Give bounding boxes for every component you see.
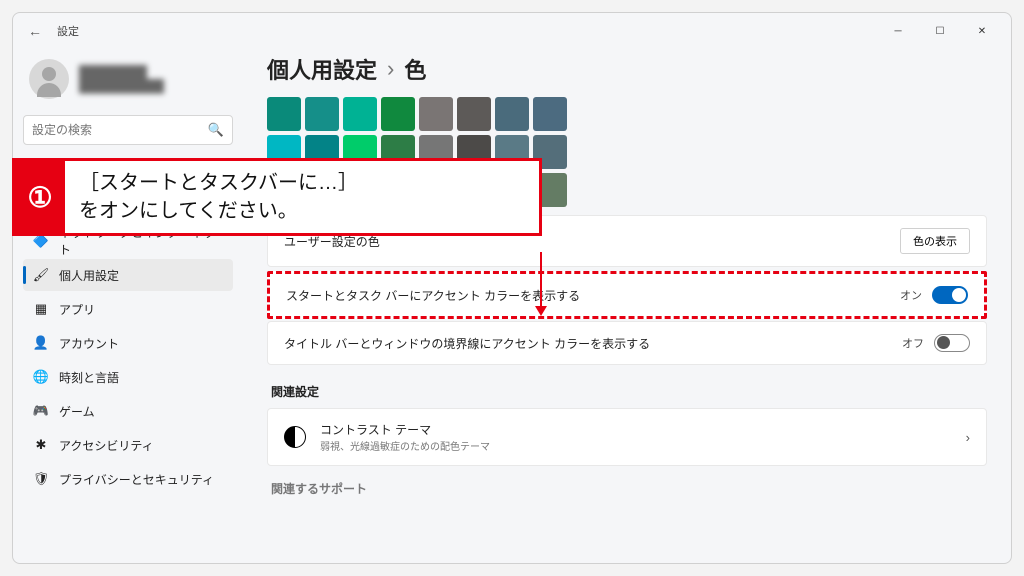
apps-icon: ▦ <box>33 301 49 317</box>
instruction-callout: ① ［スタートとタスクバーに…］ をオンにしてください。 <box>12 158 542 236</box>
color-swatch[interactable] <box>343 97 377 131</box>
search-box[interactable]: 🔍 <box>23 115 233 145</box>
sidebar-item-label: アカウント <box>59 335 119 352</box>
sidebar-item-label: アクセシビリティ <box>59 437 154 454</box>
chevron-right-icon: › <box>966 430 970 445</box>
accessibility-icon: ✱ <box>33 437 49 453</box>
sidebar-item-accounts[interactable]: 👤 アカウント <box>23 327 233 359</box>
callout-badge: ① <box>15 161 65 233</box>
sidebar-item-apps[interactable]: ▦ アプリ <box>23 293 233 325</box>
contrast-title: コントラスト テーマ <box>320 421 490 438</box>
show-colors-button[interactable]: 色の表示 <box>900 228 970 254</box>
sidebar-item-personalization[interactable]: 🖌 個人用設定 <box>23 259 233 291</box>
toggle-state-text: オン <box>900 287 922 303</box>
breadcrumb: 個人用設定 › 色 <box>267 49 987 97</box>
start-taskbar-accent-label: スタートとタスク バーにアクセント カラーを表示する <box>286 287 900 304</box>
contrast-desc: 弱視、光線過敏症のための配色テーマ <box>320 438 490 453</box>
user-profile[interactable]: ████████ ██████████ <box>23 53 233 113</box>
titlebar-accent-toggle[interactable] <box>934 334 970 352</box>
search-input[interactable] <box>32 123 208 137</box>
sidebar-item-label: 個人用設定 <box>59 267 119 284</box>
color-swatch[interactable] <box>495 97 529 131</box>
close-button[interactable]: ✕ <box>961 17 1003 45</box>
chevron-right-icon: › <box>387 56 394 82</box>
contrast-icon <box>284 426 306 448</box>
time-icon: 🌐 <box>33 369 49 385</box>
main-content: 個人用設定 › 色 ユーザー設定の色 色の表示 スタートとタスク バーにアクセン… <box>243 49 1011 563</box>
titlebar: ← 設定 ─ ☐ ✕ <box>13 13 1011 49</box>
contrast-text: コントラスト テーマ 弱視、光線過敏症のための配色テーマ <box>320 421 490 453</box>
start-taskbar-accent-card: スタートとタスク バーにアクセント カラーを表示する オン <box>267 271 987 319</box>
settings-window: ← 設定 ─ ☐ ✕ ████████ ██████████ 🔍 💻 システ <box>12 12 1012 564</box>
titlebar-accent-label: タイトル バーとウィンドウの境界線にアクセント カラーを表示する <box>284 335 902 352</box>
personalization-icon: 🖌 <box>33 267 49 283</box>
window-controls: ─ ☐ ✕ <box>877 17 1003 45</box>
color-swatch[interactable] <box>457 97 491 131</box>
privacy-icon: 🛡 <box>33 471 49 487</box>
color-swatch[interactable] <box>419 97 453 131</box>
sidebar-item-privacy[interactable]: 🛡 プライバシーとセキュリティ <box>23 463 233 495</box>
minimize-button[interactable]: ─ <box>877 17 919 45</box>
titlebar-accent-row: タイトル バーとウィンドウの境界線にアクセント カラーを表示する オフ <box>268 322 986 364</box>
color-swatch[interactable] <box>533 97 567 131</box>
sidebar-item-label: アプリ <box>59 301 95 318</box>
sidebar: ████████ ██████████ 🔍 💻 システム 🟦 Bluetooth… <box>13 49 243 563</box>
user-text: ████████ ██████████ <box>79 65 164 94</box>
breadcrumb-parent[interactable]: 個人用設定 <box>267 53 377 85</box>
related-support-heading: 関連するサポート <box>267 466 987 505</box>
sidebar-item-accessibility[interactable]: ✱ アクセシビリティ <box>23 429 233 461</box>
search-icon: 🔍 <box>208 122 224 138</box>
sidebar-item-gaming[interactable]: 🎮 ゲーム <box>23 395 233 427</box>
back-button[interactable]: ← <box>21 17 49 45</box>
titlebar-accent-card: タイトル バーとウィンドウの境界線にアクセント カラーを表示する オフ <box>267 321 987 365</box>
app-title: 設定 <box>57 23 79 39</box>
sidebar-item-time-language[interactable]: 🌐 時刻と言語 <box>23 361 233 393</box>
color-swatch[interactable] <box>381 97 415 131</box>
gaming-icon: 🎮 <box>33 403 49 419</box>
avatar <box>29 59 69 99</box>
start-taskbar-accent-row: スタートとタスク バーにアクセント カラーを表示する オン <box>270 274 984 316</box>
related-settings-heading: 関連設定 <box>267 369 987 408</box>
sidebar-item-label: 時刻と言語 <box>59 369 119 386</box>
color-swatch[interactable] <box>305 97 339 131</box>
toggle-state-text: オフ <box>902 335 924 351</box>
breadcrumb-current: 色 <box>404 53 426 85</box>
sidebar-item-label: プライバシーとセキュリティ <box>59 471 214 488</box>
callout-text: ［スタートとタスクバーに…］ をオンにしてください。 <box>65 161 372 233</box>
contrast-theme-card[interactable]: コントラスト テーマ 弱視、光線過敏症のための配色テーマ › <box>267 408 987 466</box>
sidebar-item-label: ゲーム <box>59 403 95 420</box>
start-taskbar-accent-toggle[interactable] <box>932 286 968 304</box>
maximize-button[interactable]: ☐ <box>919 17 961 45</box>
color-swatch[interactable] <box>267 97 301 131</box>
accounts-icon: 👤 <box>33 335 49 351</box>
